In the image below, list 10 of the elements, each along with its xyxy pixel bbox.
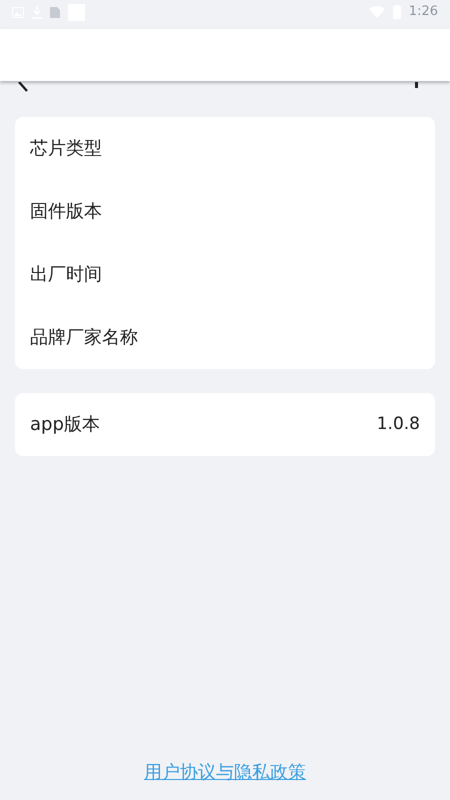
- info-label: 固件版本: [30, 200, 102, 224]
- sim-icon: [50, 6, 60, 18]
- version-label: app版本: [30, 413, 100, 437]
- info-label: 出厂时间: [30, 263, 102, 287]
- version-value: 1.0.8: [376, 412, 420, 436]
- user-agreement-link[interactable]: 用户协议与隐私政策: [144, 759, 306, 786]
- info-label: 品牌厂家名称: [30, 326, 138, 350]
- info-label: 芯片类型: [30, 137, 102, 161]
- back-icon[interactable]: [17, 82, 29, 92]
- status-time: 1:26: [408, 3, 438, 22]
